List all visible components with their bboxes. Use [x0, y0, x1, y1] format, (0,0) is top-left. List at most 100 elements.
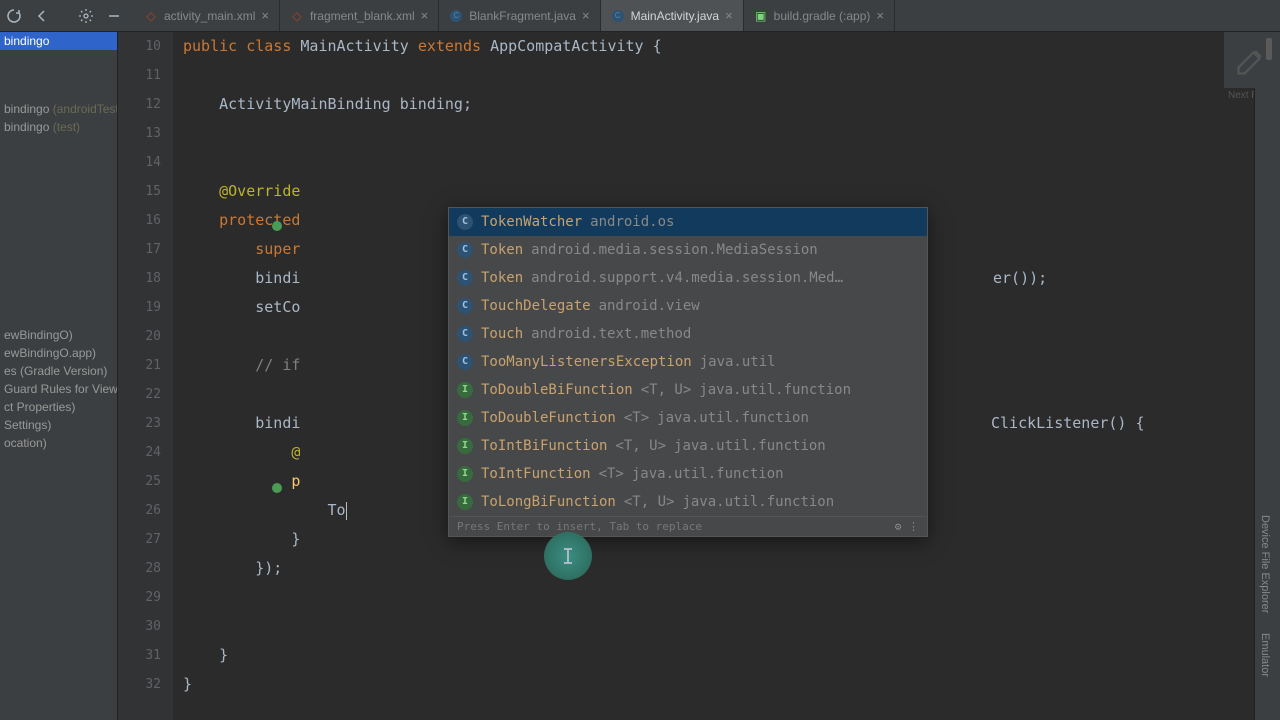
line-number: 23 [118, 409, 161, 438]
type-params: <T> [624, 407, 649, 429]
sync-icon[interactable] [2, 4, 26, 28]
autocomplete-item[interactable]: CTouch android.text.method [449, 320, 927, 348]
code-line[interactable] [183, 148, 1280, 177]
autocomplete-package: java.util.function [699, 379, 851, 401]
dock-device-file-explorer[interactable]: Device File Explorer [1255, 505, 1275, 623]
java-class-icon: C [449, 9, 463, 23]
close-icon[interactable]: × [582, 8, 590, 23]
tab-label: MainActivity.java [631, 9, 719, 23]
sidebar-item-selected[interactable]: bindingo [0, 32, 117, 50]
back-icon[interactable] [30, 4, 54, 28]
class-icon: C [457, 326, 473, 342]
tab-label: fragment_blank.xml [310, 9, 415, 23]
autocomplete-item[interactable]: IToLongBiFunction<T, U> java.util.functi… [449, 488, 927, 516]
line-number: 14 [118, 148, 161, 177]
tab-label: BlankFragment.java [469, 9, 576, 23]
line-number: 16 [118, 206, 161, 235]
autocomplete-name: TooManyListenersException [481, 351, 692, 373]
sidebar-item[interactable]: ocation) [0, 434, 117, 452]
code-line[interactable]: @Override [183, 177, 1280, 206]
gear-icon[interactable] [74, 4, 98, 28]
gutter-marker-run[interactable] [272, 483, 282, 493]
autocomplete-item[interactable]: CToken android.media.session.MediaSessio… [449, 236, 927, 264]
code-line[interactable]: ActivityMainBinding binding; [183, 90, 1280, 119]
autocomplete-popup[interactable]: CTokenWatcher android.osCToken android.m… [448, 207, 928, 537]
autocomplete-name: ToDoubleBiFunction [481, 379, 633, 401]
type-params: <T> [599, 463, 624, 485]
top-toolbar: ◇activity_main.xml×◇fragment_blank.xml×C… [0, 0, 1280, 32]
interface-icon: I [457, 410, 473, 426]
autocomplete-package: java.util.function [657, 407, 809, 429]
autocomplete-package: android.support.v4.media.session.Med… [531, 267, 843, 289]
pause-icon[interactable] [1266, 38, 1272, 60]
autocomplete-hint: Press Enter to insert, Tab to replace⚙ ⋮ [449, 516, 927, 536]
interface-icon: I [457, 438, 473, 454]
project-sidebar[interactable]: bindingo bindingo (androidTest)bindingo … [0, 32, 118, 720]
sidebar-item[interactable]: ewBindingO) [0, 326, 117, 344]
autocomplete-item[interactable]: CToken android.support.v4.media.session.… [449, 264, 927, 292]
sidebar-item[interactable]: Settings) [0, 416, 117, 434]
editor-tab-bar: ◇activity_main.xml×◇fragment_blank.xml×C… [134, 0, 895, 31]
autocomplete-item[interactable]: CTokenWatcher android.os [449, 208, 927, 236]
code-line[interactable]: public class MainActivity extends AppCom… [183, 32, 1280, 61]
sidebar-item[interactable]: bindingo (androidTest) [0, 100, 117, 118]
code-line[interactable] [183, 61, 1280, 90]
type-params: <T, U> [624, 491, 675, 513]
code-line[interactable]: } [183, 641, 1280, 670]
autocomplete-item[interactable]: CTooManyListenersException java.util [449, 348, 927, 376]
line-number: 10 [118, 32, 161, 61]
dock-emulator[interactable]: Emulator [1255, 623, 1275, 687]
tab-build-gradle-app-[interactable]: ▣build.gradle (:app)× [744, 0, 895, 31]
tab-activity-main-xml[interactable]: ◇activity_main.xml× [134, 0, 280, 31]
code-line[interactable] [183, 583, 1280, 612]
minimize-icon[interactable] [102, 4, 126, 28]
autocomplete-item[interactable]: IToIntFunction<T> java.util.function [449, 460, 927, 488]
line-number: 29 [118, 583, 161, 612]
tab-mainactivity-java[interactable]: C MainActivity.java × [601, 0, 744, 31]
autocomplete-package: android.view [599, 295, 700, 317]
close-icon[interactable]: × [421, 8, 429, 23]
line-number: 11 [118, 61, 161, 90]
gear-icon[interactable]: ⚙ ⋮ [895, 520, 919, 533]
autocomplete-item[interactable]: CTouchDelegate android.view [449, 292, 927, 320]
java-class-icon: C [611, 9, 625, 23]
line-number: 27 [118, 525, 161, 554]
close-icon[interactable]: × [876, 8, 884, 23]
code-line[interactable] [183, 612, 1280, 641]
autocomplete-item[interactable]: IToIntBiFunction<T, U> java.util.functio… [449, 432, 927, 460]
sidebar-item[interactable]: ct Properties) [0, 398, 117, 416]
tab-blankfragment-java[interactable]: C BlankFragment.java × [439, 0, 600, 31]
interface-icon: I [457, 466, 473, 482]
autocomplete-name: ToIntFunction [481, 463, 591, 485]
code-line[interactable]: }); [183, 554, 1280, 583]
tab-fragment-blank-xml[interactable]: ◇fragment_blank.xml× [280, 0, 439, 31]
right-dock[interactable]: Gradle Device File Explorer Emulator [1254, 32, 1280, 720]
class-icon: C [457, 214, 473, 230]
xml-icon: ◇ [144, 9, 158, 23]
sidebar-item[interactable]: Guard Rules for ViewBi [0, 380, 117, 398]
sidebar-item[interactable]: es (Gradle Version) [0, 362, 117, 380]
sidebar-item[interactable]: ewBindingO.app) [0, 344, 117, 362]
line-number: 22 [118, 380, 161, 409]
close-icon[interactable]: × [261, 8, 269, 23]
gutter-marker-run[interactable] [272, 221, 282, 231]
autocomplete-item[interactable]: IToDoubleBiFunction<T, U> java.util.func… [449, 376, 927, 404]
autocomplete-item[interactable]: IToDoubleFunction<T> java.util.function [449, 404, 927, 432]
autocomplete-name: Token [481, 267, 523, 289]
code-line[interactable]: } [183, 670, 1280, 699]
class-icon: C [457, 242, 473, 258]
line-number: 12 [118, 90, 161, 119]
type-params: <T, U> [641, 379, 692, 401]
autocomplete-name: ToLongBiFunction [481, 491, 616, 513]
line-number: 15 [118, 177, 161, 206]
code-editor[interactable]: 1011121314151617181920212223242526272829… [118, 32, 1280, 720]
sidebar-item[interactable]: bindingo (test) [0, 118, 117, 136]
tab-label: build.gradle (:app) [774, 9, 871, 23]
line-number: 25 [118, 467, 161, 496]
line-number: 30 [118, 612, 161, 641]
code-line[interactable] [183, 119, 1280, 148]
line-number: 17 [118, 235, 161, 264]
close-icon[interactable]: × [725, 8, 733, 23]
line-number: 26 [118, 496, 161, 525]
autocomplete-package: java.util.function [674, 435, 826, 457]
